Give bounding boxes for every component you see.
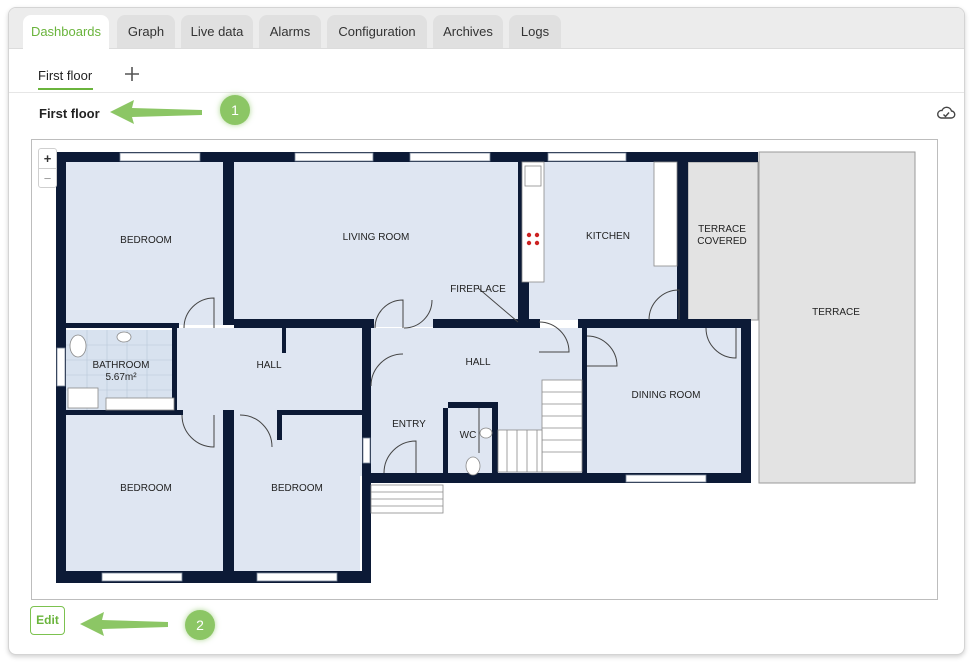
- callout-badge-1: 1: [220, 95, 250, 125]
- callout-badge-2: 2: [185, 610, 215, 640]
- annotation-arrows: [80, 100, 202, 636]
- arrow-icon: [80, 100, 202, 636]
